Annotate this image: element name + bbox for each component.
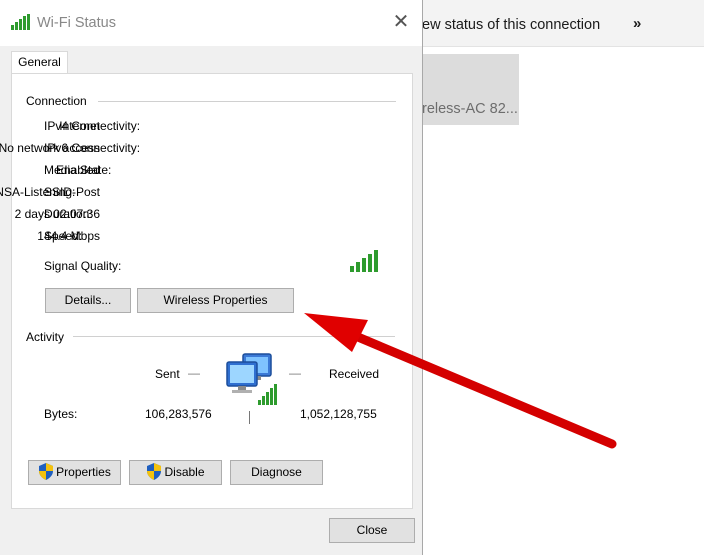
red-arrow-annotation	[304, 313, 617, 449]
arrow-shaft	[341, 327, 617, 449]
arrow-head	[304, 313, 368, 352]
tab-general[interactable]: General	[11, 51, 68, 73]
